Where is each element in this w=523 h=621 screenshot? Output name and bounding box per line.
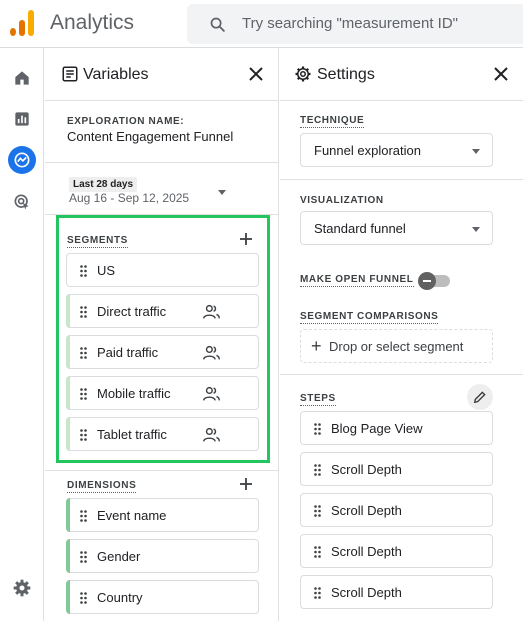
step-chip[interactable]: Scroll Depth <box>300 493 493 527</box>
step-chip-label: Scroll Depth <box>331 544 402 559</box>
app-title: Analytics <box>50 11 135 34</box>
open-funnel-label: MAKE OPEN FUNNEL <box>300 274 414 287</box>
dimension-chip[interactable]: Gender <box>66 539 259 573</box>
close-icon[interactable] <box>493 66 509 82</box>
open-funnel-toggle[interactable] <box>418 272 450 290</box>
drag-handle-icon[interactable] <box>314 464 321 476</box>
drop-segment-label: Drop or select segment <box>329 339 464 354</box>
dimension-chip-label: Event name <box>97 508 167 523</box>
step-chip[interactable]: Blog Page View <box>300 411 493 445</box>
drag-handle-icon[interactable] <box>80 551 87 563</box>
left-nav-rail <box>0 48 44 621</box>
steps-label: STEPS <box>300 393 336 406</box>
dimension-chip[interactable]: Event name <box>66 498 259 532</box>
segment-comparisons-label: SEGMENT COMPARISONS <box>300 311 439 324</box>
variables-title: Variables <box>83 66 149 83</box>
gear-icon <box>295 66 311 82</box>
visualization-value: Standard funnel <box>314 221 406 236</box>
settings-header: Settings <box>280 48 523 101</box>
drag-handle-icon[interactable] <box>314 587 321 599</box>
advertising-icon[interactable] <box>8 188 36 216</box>
exploration-name-field[interactable]: Content Engagement Funnel <box>67 129 233 144</box>
step-chip-label: Scroll Depth <box>331 462 402 477</box>
edit-steps-button[interactable] <box>467 384 493 410</box>
visualization-select[interactable]: Standard funnel <box>300 211 493 245</box>
settings-title: Settings <box>317 66 375 83</box>
settings-gear-icon[interactable] <box>8 574 36 602</box>
search-placeholder[interactable]: Try searching "measurement ID" <box>242 15 458 32</box>
step-chip[interactable]: Scroll Depth <box>300 534 493 568</box>
chip-color-bar <box>66 580 70 614</box>
variables-header: Variables <box>45 48 278 101</box>
plus-icon: + <box>311 336 322 356</box>
home-icon[interactable] <box>8 64 36 92</box>
variables-icon <box>62 66 78 82</box>
chip-color-bar <box>66 539 70 573</box>
dimensions-label: DIMENSIONS <box>67 480 137 493</box>
chevron-down-icon <box>472 149 480 154</box>
step-chip-label: Scroll Depth <box>331 585 402 600</box>
exploration-name-label: EXPLORATION NAME: <box>67 116 185 127</box>
dimension-chip-label: Country <box>97 590 143 605</box>
chip-color-bar <box>66 498 70 532</box>
technique-label: TECHNIQUE <box>300 115 365 128</box>
top-app-bar: Analytics Try searching "measurement ID" <box>0 0 523 48</box>
settings-panel: Settings TECHNIQUE Funnel exploration VI… <box>280 48 523 621</box>
drag-handle-icon[interactable] <box>314 546 321 558</box>
pencil-icon <box>473 391 486 404</box>
dimension-chip-label: Gender <box>97 549 141 564</box>
drag-handle-icon[interactable] <box>80 510 87 522</box>
drop-segment-target[interactable]: + Drop or select segment <box>300 329 493 363</box>
step-chip[interactable]: Scroll Depth <box>300 452 493 486</box>
reports-icon[interactable] <box>8 105 36 133</box>
explore-icon[interactable] <box>8 146 36 174</box>
search-bar[interactable]: Try searching "measurement ID" <box>187 4 523 44</box>
visualization-label: VISUALIZATION <box>300 195 384 206</box>
search-icon <box>210 17 225 32</box>
analytics-logo-icon[interactable] <box>10 10 34 36</box>
step-chip-label: Scroll Depth <box>331 503 402 518</box>
date-dropdown-caret-icon[interactable] <box>218 190 226 195</box>
dimension-chip[interactable]: Country <box>66 580 259 614</box>
technique-value: Funnel exploration <box>314 143 421 158</box>
drag-handle-icon[interactable] <box>80 592 87 604</box>
drag-handle-icon[interactable] <box>314 505 321 517</box>
segments-highlight-box <box>56 215 270 463</box>
technique-select[interactable]: Funnel exploration <box>300 133 493 167</box>
drag-handle-icon[interactable] <box>314 423 321 435</box>
step-chip-label: Blog Page View <box>331 421 423 436</box>
date-range[interactable]: Aug 16 - Sep 12, 2025 <box>69 191 189 205</box>
step-chip[interactable]: Scroll Depth <box>300 575 493 609</box>
close-icon[interactable] <box>248 66 264 82</box>
date-preset-chip[interactable]: Last 28 days <box>69 177 138 192</box>
chevron-down-icon <box>472 227 480 232</box>
add-dimension-plus-icon[interactable] <box>239 477 253 491</box>
